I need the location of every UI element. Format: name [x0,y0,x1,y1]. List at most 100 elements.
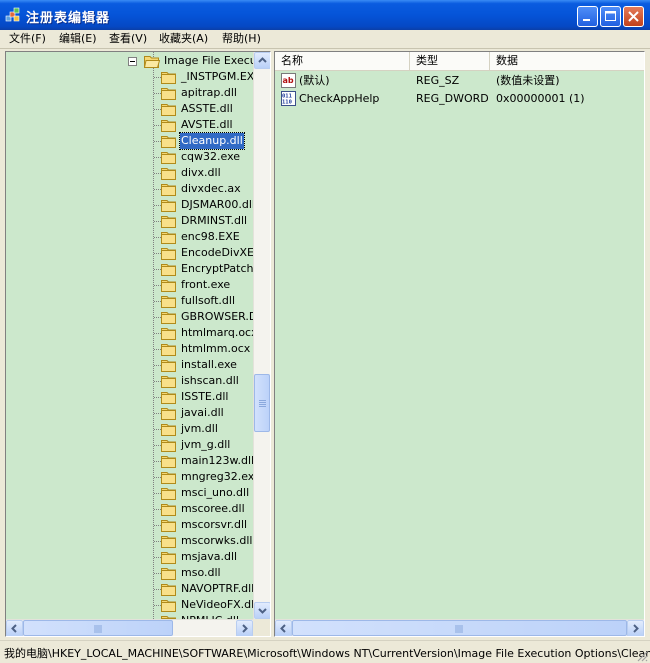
tree-node[interactable]: ISSTE.dll [6,389,253,405]
tree-node[interactable]: htmlmarq.ocx [6,325,253,341]
collapse-icon[interactable] [128,57,137,66]
scroll-left-button[interactable] [6,620,23,636]
maximize-button[interactable] [600,6,621,27]
tree-connector-line [154,269,161,270]
tree-node[interactable]: mso.dll [6,565,253,581]
tree-node[interactable]: jvm_g.dll [6,437,253,453]
tree-scroll-thumb[interactable] [254,374,270,432]
folder-icon [161,88,176,100]
scroll-right-button[interactable] [236,620,253,636]
tree-node[interactable]: apitrap.dll [6,85,253,101]
close-button[interactable] [623,6,644,27]
tree-node[interactable]: install.exe [6,357,253,373]
column-header-data[interactable]: 数据 [490,52,644,70]
tree-node-label: mngreg32.exe [181,470,253,483]
tree-node[interactable]: _INSTPGM.EXE [6,69,253,85]
thumb-grip-line [259,406,266,407]
regedit-app-icon [5,7,20,22]
menu-favorites[interactable]: 收藏夹(A) [159,31,208,47]
menu-file[interactable]: 文件(F) [9,31,46,47]
tree-node[interactable]: divxdec.ax [6,181,253,197]
status-path: 我的电脑\HKEY_LOCAL_MACHINE\SOFTWARE\Microso… [4,647,650,660]
tree-node[interactable]: DJSMAR00.dll [6,197,253,213]
folder-icon [161,280,176,292]
list-header: 名称 类型 数据 [275,52,644,71]
values-hscroll-thumb[interactable] [292,620,627,636]
folder-icon [161,312,176,324]
arrow-right-icon [242,624,248,633]
resize-grip-icon[interactable] [636,650,648,662]
tree-node[interactable]: EncryptPatchV [6,261,253,277]
tree-node-label: AVSTE.dll [181,118,233,131]
tree-node[interactable]: mngreg32.exe [6,469,253,485]
tree-node-label: htmlmarq.ocx [181,326,253,339]
title-bar[interactable]: 注册表编辑器 [0,0,650,30]
tree-node[interactable]: msjava.dll [6,549,253,565]
scroll-left-button[interactable] [275,620,292,636]
scroll-down-button[interactable] [254,602,270,619]
value-row[interactable]: ab (默认) REG_SZ (数值未设置) [275,72,644,89]
open-folder-icon [144,56,160,68]
minimize-button[interactable] [577,6,598,27]
menu-edit[interactable]: 编辑(E) [59,31,97,47]
tree-node[interactable]: NAVOPTRF.dll [6,581,253,597]
menu-view[interactable]: 查看(V) [109,31,147,47]
tree-node[interactable]: fullsoft.dll [6,293,253,309]
tree-connector-line [154,397,161,398]
tree-node[interactable]: ASSTE.dll [6,101,253,117]
tree-node[interactable]: EncodeDivXExt [6,245,253,261]
tree-horizontal-scrollbar[interactable] [6,619,253,636]
scroll-right-button[interactable] [627,620,644,636]
menu-help[interactable]: 帮助(H) [222,31,261,47]
folder-icon [161,504,176,516]
tree-node[interactable]: front.exe [6,277,253,293]
tree-node-label: DJSMAR00.dll [181,198,253,211]
tree-node[interactable]: NeVideoFX.dll [6,597,253,613]
tree-node[interactable]: main123w.dll [6,453,253,469]
scroll-up-button[interactable] [254,52,270,69]
values-horizontal-scrollbar[interactable] [275,619,644,636]
column-header-type[interactable]: 类型 [410,52,490,70]
thumb-grip-line [259,400,266,401]
tree-hscroll-thumb[interactable] [23,620,173,636]
tree-node[interactable]: jvm.dll [6,421,253,437]
tree-node[interactable]: cqw32.exe [6,149,253,165]
arrow-up-icon [258,57,267,63]
value-type: REG_SZ [416,74,460,87]
dword-value-icon: 011 110 [281,91,296,106]
tree-node[interactable]: mscorsvr.dll [6,517,253,533]
thumb-grip-line [259,402,266,403]
values-list-pane: 名称 类型 数据 ab (默认) REG_SZ (数值未设置) 011 110 … [274,51,645,637]
tree-node[interactable]: htmlmm.ocx [6,341,253,357]
tree-node-label: javai.dll [181,406,224,419]
tree-node[interactable]: mscoree.dll [6,501,253,517]
tree-connector-line [154,605,161,606]
tree-node[interactable]: enc98.EXE [6,229,253,245]
tree-connector-line [154,349,161,350]
tree-connector-line [154,381,161,382]
tree-node[interactable]: Cleanup.dll [6,132,253,150]
tree-node-label: NeVideoFX.dll [181,598,253,611]
tree-node[interactable]: GBROWSER.DL [6,309,253,325]
registry-editor-window: 注册表编辑器 文件(F) 编辑(E) 查看(V) 收藏夹(A) 帮助(H) Im… [0,0,650,663]
folder-icon [161,248,176,260]
tree-node[interactable]: divx.dll [6,165,253,181]
value-row[interactable]: 011 110 CheckAppHelp REG_DWORD 0x0000000… [275,90,644,107]
tree-connector-line [154,237,161,238]
folder-icon [161,360,176,372]
column-header-name[interactable]: 名称 [275,52,410,70]
tree-connector-line [154,157,161,158]
scroll-corner [253,619,270,636]
tree-node[interactable]: AVSTE.dll [6,117,253,133]
tree-node[interactable]: javai.dll [6,405,253,421]
tree-node[interactable]: DRMINST.dll [6,213,253,229]
tree-node-image-file-execution-options[interactable]: Image File Executio [6,53,253,69]
tree-node[interactable]: mscorwks.dll [6,533,253,549]
tree-vertical-scrollbar[interactable] [253,52,270,619]
tree-connector-line [154,589,161,590]
value-data: 0x00000001 (1) [496,92,585,105]
tree-node-label: ishscan.dll [181,374,239,387]
tree-node[interactable]: ishscan.dll [6,373,253,389]
tree-connector-line [154,77,161,78]
tree-node[interactable]: msci_uno.dll [6,485,253,501]
